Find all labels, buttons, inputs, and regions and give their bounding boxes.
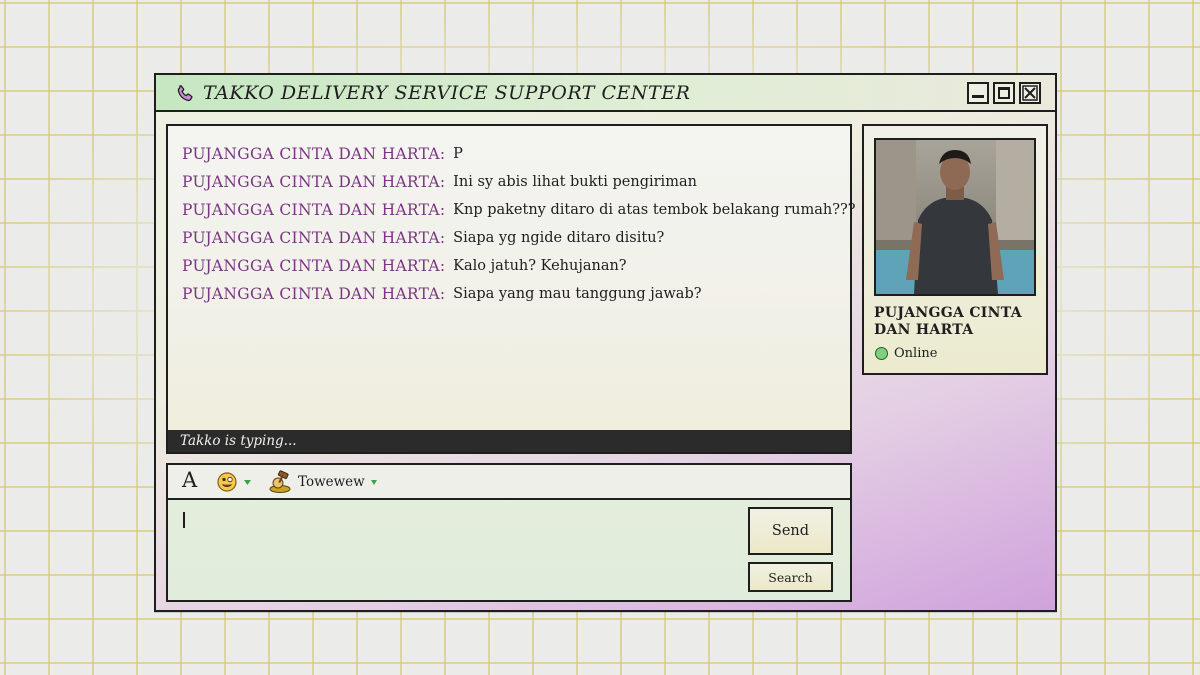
contact-status: Online (875, 346, 937, 361)
contact-profile-panel: PUJANGGA CINTA DAN HARTA Online (862, 124, 1048, 375)
message-sender: PUJANGGA CINTA DAN HARTA (182, 257, 440, 275)
message-row: PUJANGGA CINTA DAN HARTA: P (182, 140, 832, 168)
avatar[interactable] (874, 138, 1036, 296)
message-text: Siapa yg ngide ditaro disitu? (453, 230, 665, 246)
message-sender: PUJANGGA CINTA DAN HARTA (182, 201, 440, 219)
search-button[interactable]: Search (748, 562, 833, 592)
wink-label: Towewew (298, 474, 365, 490)
send-button[interactable]: Send (748, 507, 833, 555)
window-title: TAKKO DELIVERY SERVICE SUPPORT CENTER (203, 82, 691, 104)
typing-indicator: Takko is typing... (168, 430, 850, 452)
message-sender: PUJANGGA CINTA DAN HARTA (182, 145, 440, 163)
online-status-icon (875, 347, 888, 360)
close-button[interactable] (1019, 82, 1041, 104)
message-text: Siapa yang mau tanggung jawab? (453, 286, 702, 302)
message-row: PUJANGGA CINTA DAN HARTA: Kalo jatuh? Ke… (182, 252, 832, 280)
message-separator: : (439, 201, 446, 219)
message-text: Knp paketny ditaro di atas tembok belaka… (453, 202, 856, 218)
message-separator: : (439, 285, 446, 303)
message-separator: : (439, 257, 446, 275)
message-text: Kalo jatuh? Kehujanan? (453, 258, 627, 274)
message-separator: : (439, 145, 446, 163)
message-separator: : (439, 229, 446, 247)
dropdown-arrow-icon (370, 479, 377, 485)
smiley-face-icon (217, 472, 251, 492)
message-list: PUJANGGA CINTA DAN HARTA: P PUJANGGA CIN… (182, 140, 856, 308)
maximize-button[interactable] (993, 82, 1015, 104)
composer-panel: A Towewew Send Search (166, 463, 852, 602)
contact-name: PUJANGGA CINTA DAN HARTA (874, 305, 1022, 338)
message-sender: PUJANGGA CINTA DAN HARTA (182, 285, 440, 303)
message-input[interactable] (178, 509, 738, 593)
composer-toolbar: A Towewew (168, 465, 850, 500)
chat-window: TAKKO DELIVERY SERVICE SUPPORT CENTER PU… (154, 73, 1057, 612)
status-text: Online (894, 346, 938, 361)
message-row: PUJANGGA CINTA DAN HARTA: Ini sy abis li… (182, 168, 832, 196)
message-separator: : (439, 173, 446, 191)
emoji-button[interactable] (216, 471, 256, 493)
message-text: Ini sy abis lihat bukti pengiriman (453, 174, 697, 190)
font-button[interactable]: A (182, 468, 197, 492)
minimize-button[interactable] (967, 82, 989, 104)
phone-icon (177, 85, 193, 102)
message-sender: PUJANGGA CINTA DAN HARTA (182, 229, 440, 247)
message-row: PUJANGGA CINTA DAN HARTA: Siapa yang mau… (182, 280, 832, 308)
message-row: PUJANGGA CINTA DAN HARTA: Knp paketny di… (182, 196, 856, 224)
chat-history-panel[interactable]: PUJANGGA CINTA DAN HARTA: P PUJANGGA CIN… (166, 124, 856, 454)
contact-photo (876, 140, 1034, 294)
close-icon (1022, 85, 1038, 101)
message-sender: PUJANGGA CINTA DAN HARTA (182, 173, 440, 191)
message-text: P (453, 146, 463, 162)
message-row: PUJANGGA CINTA DAN HARTA: Siapa yg ngide… (182, 224, 832, 252)
title-bar[interactable]: TAKKO DELIVERY SERVICE SUPPORT CENTER (156, 75, 1055, 112)
gavel-icon (269, 470, 291, 493)
wink-button[interactable]: Towewew (268, 470, 377, 494)
